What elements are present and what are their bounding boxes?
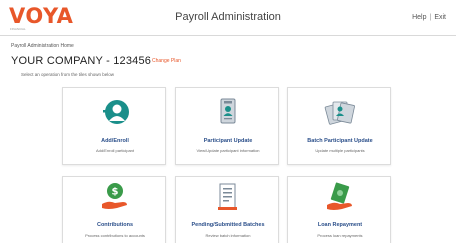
- tile-title: Loan Repayment: [317, 222, 363, 228]
- tile-description: Review batch information: [205, 233, 251, 238]
- exit-link[interactable]: Exit: [434, 14, 446, 21]
- tile-participant-update[interactable]: Participant Update View/Update participa…: [175, 87, 279, 165]
- page-title: Payroll Administration: [175, 11, 281, 23]
- help-link[interactable]: Help: [412, 14, 426, 21]
- company-name: YOUR COMPANY - 123456: [11, 55, 152, 67]
- tile-title: Batch Participant Update: [307, 138, 373, 144]
- tile-description: Update multiple participants: [315, 148, 365, 153]
- tile-add-enroll[interactable]: Add/Enroll Add/Enroll participant: [62, 87, 166, 165]
- app-header: VOYA FINANCIAL Payroll Administration He…: [0, 0, 456, 36]
- logo-tagline: FINANCIAL: [10, 27, 26, 31]
- tile-pending-submitted-batches[interactable]: Pending/Submitted Batches Review batch i…: [175, 176, 279, 243]
- tile-description: Add/Enroll participant: [95, 148, 135, 153]
- document-list-icon: [176, 183, 280, 211]
- multiple-cards-icon: [288, 98, 392, 126]
- tile-description: View/Update participant information: [196, 148, 260, 153]
- tile-title: Participant Update: [203, 138, 253, 144]
- tile-description: Process contributions to accounts: [85, 233, 145, 238]
- id-card-icon: [176, 98, 280, 126]
- header-links: Help | Exit: [412, 14, 446, 21]
- tile-batch-participant-update[interactable]: Batch Participant Update Update multiple…: [287, 87, 391, 165]
- change-plan-link[interactable]: Change Plan: [152, 58, 181, 64]
- cash-hand-icon: [288, 182, 392, 211]
- tile-description: Process loan repayments: [317, 233, 363, 238]
- money-hand-icon: $: [63, 183, 167, 211]
- tile-title: Contributions: [96, 222, 134, 228]
- header-divider: |: [429, 14, 432, 21]
- tile-contributions[interactable]: $ Contributions Process contributions to…: [62, 176, 166, 243]
- tile-title: Add/Enroll: [101, 138, 129, 144]
- tile-loan-repayment[interactable]: Loan Repayment Process loan repayments: [287, 176, 391, 243]
- tile-title: Pending/Submitted Batches: [191, 222, 265, 228]
- add-person-icon: [63, 98, 167, 126]
- svg-text:$: $: [112, 187, 119, 198]
- breadcrumb[interactable]: Payroll Administration Home: [11, 43, 74, 49]
- instructions-text: Select an operation from the tiles shown…: [21, 72, 115, 77]
